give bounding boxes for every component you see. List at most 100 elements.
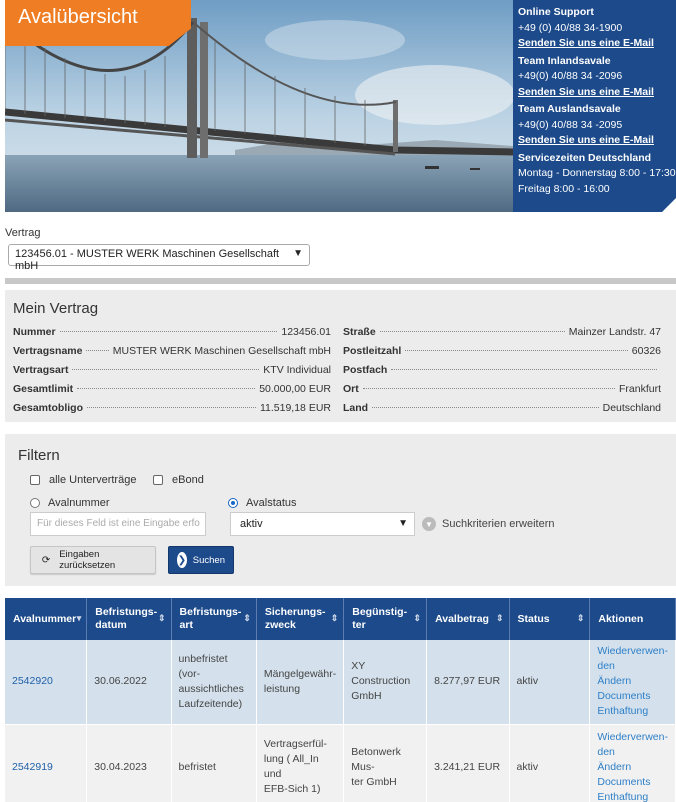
detail-row-gesamtlimit: Gesamtlimit 50.000,00 EUR	[13, 383, 331, 397]
table-header-row: Avalnummer ▾ Befristungs- datum ⇕ Befristu…	[5, 598, 676, 640]
radio-avalstatus[interactable]: Avalstatus	[228, 497, 297, 509]
col-header-label: Aktionen	[598, 612, 644, 625]
detail-value: 11.519,18 EUR	[259, 402, 331, 414]
detail-row-vertragsname: Vertragsname MUSTER WERK Maschinen Gesel…	[13, 345, 331, 359]
detail-value: MUSTER WERK Maschinen Gesellschaft mbH	[112, 345, 331, 357]
radio-avalnummer[interactable]: Avalnummer	[30, 497, 110, 509]
col-header-status[interactable]: Status ⇕	[509, 598, 591, 640]
sort-icon: ⇕	[413, 613, 422, 623]
contract-select[interactable]: 123456.01 - MUSTER WERK Maschinen Gesell…	[8, 244, 310, 272]
cell-zweck: Mängelgewähr- leistung	[256, 640, 345, 724]
col-header-aktionen: Aktionen	[589, 598, 676, 640]
col-header-befristungsdatum[interactable]: Befristungs- datum ⇕	[86, 598, 172, 640]
detail-value: Frankfurt	[618, 383, 661, 395]
checkbox-all-subcontracts[interactable]: alle Unterverträge	[30, 474, 136, 486]
sort-icon: ⇕	[243, 613, 251, 623]
support-phone-inland: +49(0) 40/88 34 -2096	[518, 70, 623, 82]
section-divider	[5, 278, 676, 284]
arrow-right-circle-icon: ❯	[177, 552, 187, 568]
cell-avalnummer[interactable]: 2542919	[5, 723, 88, 802]
filter-panel: Filtern alle Unterverträge eBond Avalnum…	[5, 434, 676, 586]
detail-key: Ort	[343, 383, 359, 395]
action-edit-link[interactable]: Ändern	[597, 674, 668, 689]
support-heading-online: Online Support	[518, 6, 594, 18]
cell-status: aktiv	[509, 640, 591, 724]
col-header-label: Avalbetrag	[435, 612, 489, 625]
table-row[interactable]: 2542919 30.04.2023 befristet Vertragserf…	[5, 723, 676, 802]
panel-corner-cut	[662, 198, 676, 212]
detail-row-postfach: Postfach	[343, 364, 661, 378]
cell-betrag: 3.241,21 EUR	[426, 723, 510, 802]
checkbox-label: alle Unterverträge	[49, 474, 137, 486]
aval-table: Avalnummer ▾ Befristungs- datum ⇕ Befristu…	[5, 598, 676, 802]
support-heading-inland: Team Inlandsavale	[518, 54, 611, 67]
action-reuse-link[interactable]: Wiederverwen- den	[597, 730, 668, 760]
col-header-sicherungszweck[interactable]: Sicherungs- zweck ⇕	[256, 598, 345, 640]
checkbox-ebond[interactable]: eBond	[153, 474, 204, 486]
search-button-label: Suchen	[192, 554, 225, 566]
sort-icon: ⇕	[330, 613, 339, 623]
detail-value: 60326	[631, 345, 661, 357]
col-header-befristungsart[interactable]: Befristungs- art ⇕	[171, 598, 257, 640]
detail-key: Gesamtlimit	[13, 383, 74, 395]
cell-datum: 30.06.2022	[86, 640, 172, 724]
action-reuse-link[interactable]: Wiederverwen- den	[597, 644, 668, 674]
avalnummer-input[interactable]: Für dieses Feld ist eine Eingabe erfo	[30, 512, 206, 536]
radio-circle-selected[interactable]	[228, 498, 238, 508]
cell-avalnummer[interactable]: 2542920	[5, 640, 88, 724]
sort-icon: ⇕	[576, 613, 585, 623]
col-header-beguenstigter[interactable]: Begünstig- ter ⇕	[343, 598, 428, 640]
support-mail-link-online[interactable]: Senden Sie uns eine E-Mail	[518, 36, 676, 52]
col-header-label: Befristungs- art	[179, 606, 242, 631]
col-header-avalnummer[interactable]: Avalnummer ▾	[5, 598, 88, 640]
detail-value: Mainzer Landstr. 47	[568, 326, 661, 338]
contract-select-value: 123456.01 - MUSTER WERK Maschinen Gesell…	[15, 248, 280, 272]
support-mail-link-inland[interactable]: Senden Sie uns eine E-Mail	[518, 85, 676, 101]
checkbox-box[interactable]	[153, 475, 163, 485]
contract-select-label: Vertrag	[5, 227, 41, 239]
reset-button[interactable]: ⟳ Eingaben zurücksetzen	[30, 546, 156, 574]
support-heading-ausland: Team Auslandsavale	[518, 103, 621, 115]
detail-key: Vertragsart	[13, 364, 69, 376]
action-documents-link[interactable]: Documents	[597, 689, 668, 704]
action-edit-link[interactable]: Ändern	[597, 760, 668, 775]
avalstatus-select[interactable]: aktiv ▼	[230, 512, 415, 536]
cell-zweck: Vertragserfül- lung ( All_In und EFB-Sic…	[256, 723, 345, 802]
detail-row-strasse: Straße Mainzer Landstr. 47	[343, 326, 661, 340]
support-mail-link-ausland[interactable]: Senden Sie uns eine E-Mail	[518, 133, 676, 149]
checkbox-box[interactable]	[30, 475, 40, 485]
service-hours-weekdays: Montag - Donnerstag 8:00 - 17:30	[518, 167, 676, 179]
col-header-label: Befristungs- datum	[95, 606, 158, 631]
detail-key: Gesamtobligo	[13, 402, 84, 414]
detail-key: Straße	[343, 326, 376, 338]
detail-row-nummer: Nummer 123456.01	[13, 326, 331, 340]
sort-icon: ▾	[76, 613, 82, 623]
detail-row-land: Land Deutschland	[343, 402, 661, 416]
detail-value: 123456.01	[281, 326, 331, 338]
col-header-avalbetrag[interactable]: Avalbetrag ⇕	[426, 598, 510, 640]
filter-title: Filtern	[18, 447, 60, 464]
detail-value: 50.000,00 EUR	[259, 383, 331, 395]
detail-key: Postleitzahl	[343, 345, 402, 357]
contract-details-panel: Mein Vertrag Nummer 123456.01 Vertragsna…	[5, 290, 676, 422]
table-row[interactable]: 2542920 30.06.2022 unbefristet (vor- aus…	[5, 640, 676, 724]
support-phone-ausland: +49(0) 40/88 34 -2095	[518, 118, 623, 131]
radio-label: Avalnummer	[48, 497, 110, 509]
radio-circle[interactable]	[30, 498, 40, 508]
sort-icon: ⇕	[495, 613, 504, 623]
service-hours-friday: Freitag 8:00 - 16:00	[518, 182, 610, 195]
reset-button-label: Eingaben zurücksetzen	[59, 549, 116, 571]
action-release-link[interactable]: Enthaftung	[597, 704, 668, 719]
detail-value: KTV Individual	[263, 364, 331, 376]
support-phone-online: +49 (0) 40/88 34-1900	[518, 21, 623, 34]
expand-search-criteria-label: Suchkriterien erweitern	[442, 518, 555, 530]
support-panel: Online Support +49 (0) 40/88 34-1900 Sen…	[513, 0, 676, 212]
col-header-label: Begünstig- ter	[352, 606, 408, 631]
expand-search-criteria[interactable]: ▼ Suchkriterien erweitern	[422, 517, 555, 531]
action-release-link[interactable]: Enthaftung	[597, 790, 668, 802]
action-documents-link[interactable]: Documents	[597, 775, 668, 790]
detail-value: Deutschland	[602, 402, 661, 414]
search-button[interactable]: ❯ Suchen	[168, 546, 234, 574]
contract-details-title: Mein Vertrag	[13, 300, 99, 317]
detail-key: Land	[343, 402, 369, 414]
